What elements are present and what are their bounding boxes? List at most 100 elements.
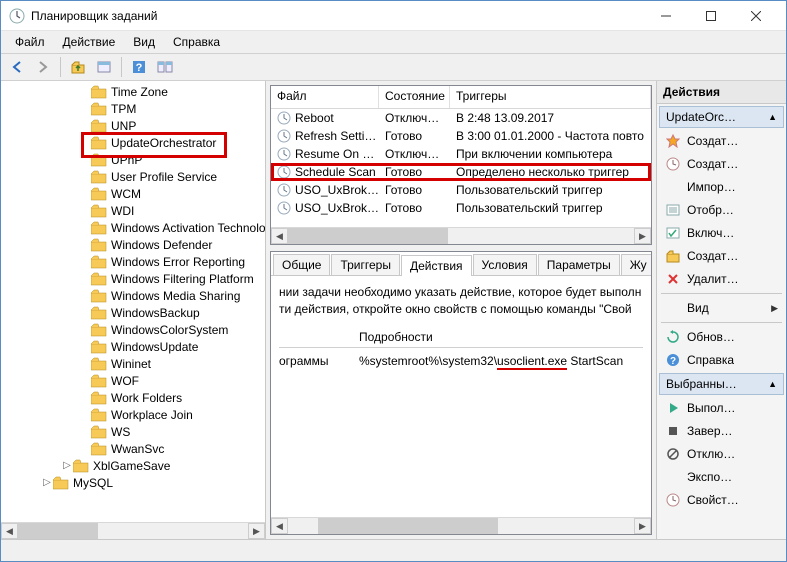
- tree-item[interactable]: Windows Filtering Platform: [1, 270, 265, 287]
- actions-folder-section[interactable]: UpdateOrc… ▲: [659, 106, 784, 128]
- tree-item[interactable]: Workplace Join: [1, 406, 265, 423]
- scroll-right-button[interactable]: ▶: [248, 523, 265, 539]
- tree-item[interactable]: User Profile Service: [1, 168, 265, 185]
- action-disable[interactable]: Отклю…: [659, 443, 784, 465]
- tree-item[interactable]: ▷XblGameSave: [1, 457, 265, 474]
- col-header-details[interactable]: Подробности: [359, 330, 643, 344]
- action-new-folder[interactable]: Создат…: [659, 245, 784, 267]
- scroll-thumb[interactable]: [288, 228, 448, 244]
- action-help[interactable]: ?Справка: [659, 349, 784, 371]
- scroll-track[interactable]: [288, 518, 634, 534]
- task-list-body[interactable]: RebootОтключеноВ 2:48 13.09.2017Refresh …: [271, 109, 651, 227]
- task-row[interactable]: USO_UxBrok…ГотовоПользовательский тригге…: [271, 181, 651, 199]
- task-list-hscroll[interactable]: ◀ ▶: [271, 227, 651, 244]
- detail-hscroll[interactable]: ◀ ▶: [271, 517, 651, 534]
- tree-item[interactable]: WDI: [1, 202, 265, 219]
- tree-item[interactable]: WOF: [1, 372, 265, 389]
- task-row[interactable]: USO_UxBrok…ГотовоПользовательский тригге…: [271, 199, 651, 217]
- action-delete-folder[interactable]: Удалит…: [659, 268, 784, 290]
- task-icon: [277, 165, 291, 179]
- task-row[interactable]: Refresh Setti…ГотовоВ 3:00 01.01.2000 - …: [271, 127, 651, 145]
- detail-action-value: ограммы: [279, 354, 359, 368]
- detail-row[interactable]: ограммы %systemroot%\system32\usoclient.…: [279, 354, 643, 368]
- tree-hscroll[interactable]: ◀ ▶: [1, 522, 265, 539]
- tree-item[interactable]: WindowsColorSystem: [1, 321, 265, 338]
- tree-expand-icon[interactable]: ▷: [41, 477, 53, 488]
- action-import[interactable]: Импор…: [659, 176, 784, 198]
- scroll-right-button[interactable]: ▶: [634, 518, 651, 534]
- menu-view[interactable]: Вид: [125, 33, 163, 51]
- tab-general[interactable]: Общие: [273, 254, 330, 275]
- actions-selected-section[interactable]: Выбранны… ▲: [659, 373, 784, 395]
- tree-item[interactable]: Windows Media Sharing: [1, 287, 265, 304]
- enable-icon: [665, 225, 681, 241]
- scroll-left-button[interactable]: ◀: [1, 523, 18, 539]
- action-end[interactable]: Завер…: [659, 420, 784, 442]
- scroll-left-button[interactable]: ◀: [271, 518, 288, 534]
- scroll-thumb[interactable]: [18, 523, 98, 539]
- tree-item[interactable]: Time Zone: [1, 83, 265, 100]
- tree-item-label: UNP: [111, 119, 136, 133]
- panes-button[interactable]: [153, 55, 177, 79]
- tree-item[interactable]: Work Folders: [1, 389, 265, 406]
- tree-item[interactable]: Windows Defender: [1, 236, 265, 253]
- tree-item[interactable]: UPnP: [1, 151, 265, 168]
- task-row[interactable]: Schedule ScanГотовоОпределено несколько …: [271, 163, 651, 181]
- nav-forward-button[interactable]: [31, 55, 55, 79]
- scroll-track[interactable]: [18, 523, 248, 539]
- col-header-triggers[interactable]: Триггеры: [450, 86, 651, 108]
- tree-list[interactable]: Time Zone TPM UNPUpdateOrchestratorUPnP Use…: [1, 81, 265, 522]
- close-button[interactable]: [733, 2, 778, 30]
- scroll-thumb[interactable]: [318, 518, 498, 534]
- tree-item[interactable]: WindowsBackup: [1, 304, 265, 321]
- action-run[interactable]: Выпол…: [659, 397, 784, 419]
- tree-item[interactable]: Wininet: [1, 355, 265, 372]
- tab-params[interactable]: Параметры: [538, 254, 620, 275]
- scroll-right-button[interactable]: ▶: [634, 228, 651, 244]
- tree-item-label: TPM: [111, 102, 136, 116]
- menu-file[interactable]: Файл: [7, 33, 53, 51]
- tab-triggers[interactable]: Триггеры: [331, 254, 400, 275]
- tree-item[interactable]: ▷MySQL: [1, 474, 265, 491]
- action-create-basic[interactable]: Создат…: [659, 130, 784, 152]
- folder-icon: [91, 85, 107, 99]
- tree-item[interactable]: UNP: [1, 117, 265, 134]
- tab-conditions[interactable]: Условия: [473, 254, 537, 275]
- tab-history[interactable]: Жу: [621, 254, 652, 275]
- refresh-icon: [665, 329, 681, 345]
- task-icon: [277, 129, 291, 143]
- tree-item-label: WindowsBackup: [111, 306, 200, 320]
- tab-actions[interactable]: Действия: [401, 255, 472, 276]
- tree-item[interactable]: WCM: [1, 185, 265, 202]
- tree-item[interactable]: Windows Error Reporting: [1, 253, 265, 270]
- action-properties[interactable]: Свойст…: [659, 489, 784, 511]
- tree-item-label: User Profile Service: [111, 170, 217, 184]
- action-enable-history[interactable]: Включ…: [659, 222, 784, 244]
- menu-help[interactable]: Справка: [165, 33, 228, 51]
- view-button[interactable]: [92, 55, 116, 79]
- tree-item[interactable]: TPM: [1, 100, 265, 117]
- tree-item[interactable]: WwanSvc: [1, 440, 265, 457]
- help-button[interactable]: ?: [127, 55, 151, 79]
- tree-item[interactable]: WS: [1, 423, 265, 440]
- tree-expand-icon[interactable]: ▷: [61, 460, 73, 471]
- action-display-running[interactable]: Отобр…: [659, 199, 784, 221]
- scroll-track[interactable]: [288, 228, 634, 244]
- scroll-left-button[interactable]: ◀: [271, 228, 288, 244]
- task-row[interactable]: Resume On …ОтключеноПри включении компью…: [271, 145, 651, 163]
- up-folder-button[interactable]: [66, 55, 90, 79]
- col-header-name[interactable]: Файл: [271, 86, 379, 108]
- action-refresh[interactable]: Обнов…: [659, 326, 784, 348]
- minimize-button[interactable]: [643, 2, 688, 30]
- tree-item[interactable]: Windows Activation Technologies: [1, 219, 265, 236]
- task-row[interactable]: RebootОтключеноВ 2:48 13.09.2017: [271, 109, 651, 127]
- menu-action[interactable]: Действие: [55, 33, 124, 51]
- action-create[interactable]: Создат…: [659, 153, 784, 175]
- maximize-button[interactable]: [688, 2, 733, 30]
- tree-item[interactable]: UpdateOrchestrator: [1, 134, 265, 151]
- col-header-state[interactable]: Состояние: [379, 86, 450, 108]
- tree-item[interactable]: WindowsUpdate: [1, 338, 265, 355]
- action-view[interactable]: Вид▶: [659, 297, 784, 319]
- action-export[interactable]: Экспо…: [659, 466, 784, 488]
- nav-back-button[interactable]: [5, 55, 29, 79]
